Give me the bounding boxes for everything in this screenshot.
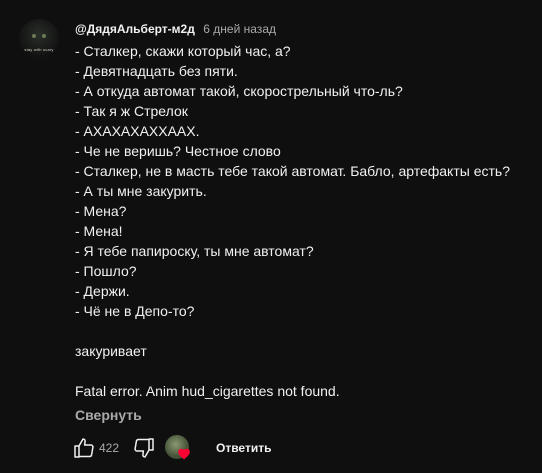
comment-text: - Сталкер, скажи который час, а? - Девят… (75, 41, 530, 401)
comment-line: - Мена! (75, 223, 123, 239)
avatar-eye-left (32, 34, 36, 38)
like-count: 422 (99, 441, 120, 455)
comment-line: - А ты мне закурить. (75, 183, 207, 199)
comment-line: - Сталкер, скажи который час, а? (75, 43, 291, 59)
comment-line: - Держи. (75, 283, 130, 299)
author-name-link[interactable]: @ДядяАльберт-м2д (75, 22, 195, 36)
reply-button[interactable]: Ответить (210, 434, 277, 462)
dislike-button[interactable] (132, 436, 156, 460)
author-avatar[interactable]: stay with scary (19, 19, 59, 59)
comment-line: - Пошло? (75, 263, 137, 279)
heart-icon (178, 448, 190, 460)
thumbs-down-icon (134, 438, 154, 458)
comment-action-line: закуривает (75, 343, 147, 359)
comment-line: - Мена? (75, 203, 127, 219)
creator-heart-badge[interactable] (165, 435, 191, 461)
like-button[interactable] (72, 436, 96, 460)
collapse-button[interactable]: Свернуть (75, 405, 142, 425)
comment-line: - Так я ж Стрелок (75, 103, 188, 119)
comment-line: - Девятнадцать без пяти. (75, 63, 238, 79)
avatar-eye-right (42, 34, 46, 38)
thumbs-up-icon (74, 438, 94, 458)
comment-header: @ДядяАльберт-м2д 6 дней назад (75, 21, 276, 37)
comment-line: - Сталкер, не в масть тебе такой автомат… (75, 163, 510, 179)
comment-line: - Я тебе папироску, ты мне автомат? (75, 243, 314, 259)
avatar-caption: stay with scary (24, 47, 54, 52)
comment-timestamp[interactable]: 6 дней назад (203, 22, 276, 36)
comment-line: - АХАХАХАХХААХ. (75, 123, 200, 139)
comment-line: - А откуда автомат такой, скорострельный… (75, 83, 403, 99)
comment-actions: 422 Ответить (70, 434, 370, 462)
comment-error-line: Fatal error. Anim hud_cigarettes not fou… (75, 383, 340, 399)
comment-line: - Че не веришь? Честное слово (75, 143, 281, 159)
comment-line: - Чё не в Депо-то? (75, 303, 195, 319)
